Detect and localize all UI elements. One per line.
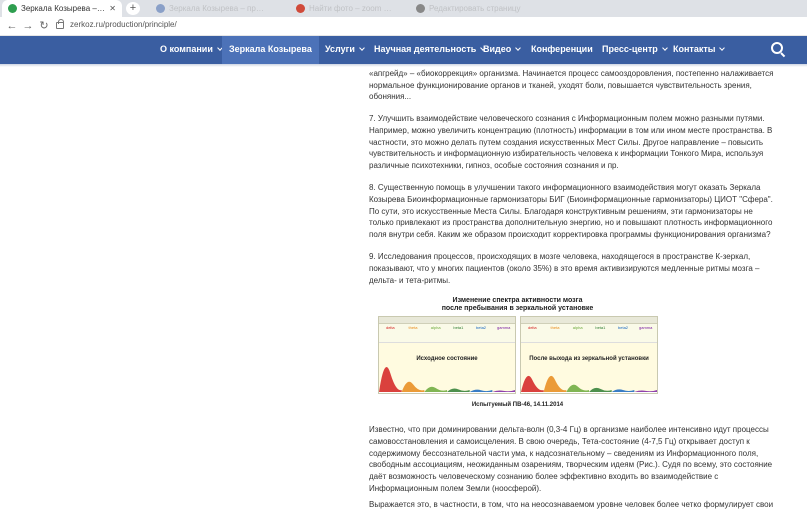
nav-label: Конференции: [531, 44, 593, 54]
browser-tab[interactable]: Редактировать страницу: [410, 0, 530, 17]
eeg-spectrum-figure: Изменение спектра активности мозга после…: [374, 292, 661, 410]
browser-tab[interactable]: Зеркала Козырева – принцип: [150, 0, 270, 17]
search-icon[interactable]: [771, 42, 785, 56]
nav-item-conferences[interactable]: Конференции: [524, 36, 600, 64]
reload-icon[interactable]: ↻: [37, 18, 51, 34]
panel-before: delta theta alpha beta1 beta2 gamma Исходное …: [378, 316, 516, 394]
spectrum-area-theta: [543, 375, 567, 392]
spectrum-area-delta: [379, 367, 402, 392]
paragraph: энергетические потоки в организме начина…: [369, 64, 774, 102]
nav-item-science[interactable]: Научная деятельность: [367, 36, 492, 64]
figure-caption: Испытуемый ПВ-46, 14.11.2014: [471, 402, 564, 408]
browser-tab-active[interactable]: Зеркала Козырева – принцип д ✕: [2, 0, 122, 17]
tab-title: Зеркала Козырева – принцип: [169, 4, 264, 13]
band-theta: theta: [550, 325, 560, 330]
url-field[interactable]: zerkoz.ru/production/principle/: [70, 20, 177, 29]
nav-label: Пресс-центр: [602, 44, 658, 54]
nav-label: Научная деятельность: [374, 44, 477, 54]
nav-item-kozyrev-mirrors[interactable]: Зеркала Козырева: [222, 36, 319, 64]
spectrum-area-gamma: [634, 390, 657, 392]
spectrum-area-beta2: [611, 389, 635, 392]
spectrum-area-gamma: [492, 390, 515, 392]
nav-item-contacts[interactable]: Контакты: [666, 36, 731, 64]
paragraph: 7. Улучшить взаимодействие человеческого…: [369, 114, 773, 171]
chevron-down-icon: [719, 45, 726, 51]
close-tab-icon[interactable]: ✕: [109, 4, 116, 13]
forward-arrow-icon[interactable]: →: [21, 18, 35, 34]
favicon-icon: [296, 4, 305, 13]
chevron-down-icon: [359, 45, 365, 51]
browser-tab[interactable]: Найти фото – zoom 06.16: [290, 0, 400, 17]
band-alpha: alpha: [572, 325, 583, 330]
nav-item-about[interactable]: О компании: [153, 36, 229, 64]
nav-item-video[interactable]: Видео: [476, 36, 527, 64]
spectrum-area-delta: [521, 375, 544, 392]
back-arrow-icon[interactable]: ←: [5, 18, 19, 34]
paragraph: Выражается это, в частности, в том, что …: [369, 500, 774, 509]
article-viewport: энергетические потоки в организме начина…: [369, 64, 789, 515]
band-beta2: beta2: [618, 325, 629, 330]
band-theta: theta: [408, 325, 418, 330]
band-beta1: beta1: [453, 325, 464, 330]
nav-label: Зеркала Козырева: [229, 44, 312, 54]
tab-title: Зеркала Козырева – принцип д: [21, 4, 106, 13]
band-delta: delta: [527, 325, 537, 330]
new-tab-button[interactable]: +: [126, 2, 140, 15]
spectrum-area-beta1: [447, 388, 470, 392]
paragraph: 9. Исследования процессов, происходящих …: [369, 252, 760, 285]
browser-tab-strip: Зеркала Козырева – принцип д ✕ + Зеркала…: [0, 0, 807, 17]
band-delta: delta: [385, 325, 395, 330]
spectrum-area-theta: [401, 381, 425, 392]
spectrum-area-beta2: [469, 389, 493, 392]
paragraph: 8. Существенную помощь в улучшении таког…: [369, 183, 773, 240]
nav-item-services[interactable]: Услуги: [318, 36, 371, 64]
paragraph: Известно, что при доминировании дельта-в…: [369, 425, 773, 493]
nav-label: О компании: [160, 44, 213, 54]
spectrum-area-beta1: [589, 387, 612, 392]
spectrum-area-alpha: [566, 384, 589, 392]
lock-icon[interactable]: [56, 19, 64, 29]
band-alpha: alpha: [430, 325, 441, 330]
tab-title: Редактировать страницу: [429, 4, 521, 13]
tab-title: Найти фото – zoom 06.16: [309, 4, 394, 13]
nav-shadow: [0, 64, 807, 67]
nav-label: Видео: [483, 44, 512, 54]
site-favicon-icon: [8, 4, 17, 13]
band-gamma: gamma: [639, 325, 653, 330]
nav-label: Контакты: [673, 44, 716, 54]
figure-title-line2: после пребывания в зеркальной установке: [441, 305, 594, 312]
band-beta2: beta2: [476, 325, 487, 330]
band-beta1: beta1: [595, 325, 606, 330]
spectrum-area-alpha: [424, 386, 447, 392]
nav-label: Услуги: [325, 44, 355, 54]
favicon-icon: [416, 4, 425, 13]
site-navigation: О компании Зеркала Козырева Услуги Научн…: [0, 36, 807, 64]
nav-item-press[interactable]: Пресс-центр: [595, 36, 674, 64]
favicon-icon: [156, 4, 165, 13]
chevron-down-icon: [515, 45, 522, 51]
address-bar: ← → ↻ zerkoz.ru/production/principle/: [0, 17, 807, 36]
panel-after: delta theta alpha beta1 beta2 gamma После вых…: [520, 316, 658, 394]
band-gamma: gamma: [497, 325, 511, 330]
